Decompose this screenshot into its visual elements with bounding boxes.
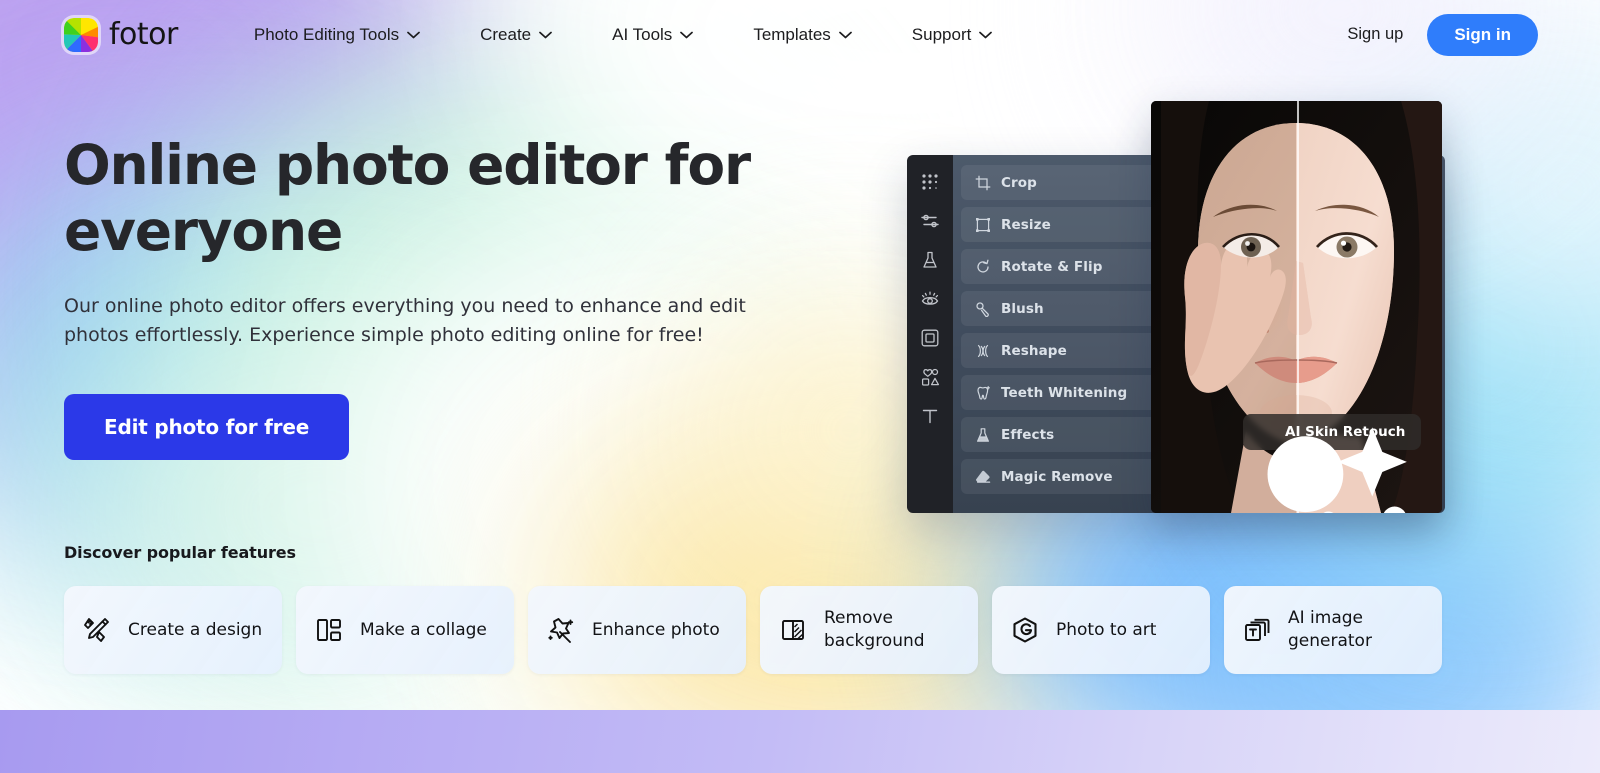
ai-sparkle-retouch-icon (1259, 424, 1407, 513)
feature-card-label: Create a design (128, 619, 263, 640)
feature-card-ai-image-generator[interactable]: AI image generator (1224, 586, 1442, 674)
feature-card-row: Create a design Make a collage Enhance p… (64, 586, 1442, 674)
nav-label: Photo Editing Tools (253, 24, 400, 44)
nav-item-support[interactable]: Support (882, 15, 1023, 55)
eraser-icon (975, 469, 991, 485)
nav-label: AI Tools (612, 24, 673, 44)
chevron-down-icon (979, 31, 993, 39)
tool-label: Rotate & Flip (1001, 258, 1103, 275)
text-tool-icon[interactable] (920, 406, 940, 426)
effects-icon (975, 427, 991, 443)
nav-item-create[interactable]: Create (450, 15, 582, 55)
reshape-icon (975, 343, 991, 359)
nav-item-templates[interactable]: Templates (723, 15, 881, 55)
tool-label: Crop (1001, 174, 1037, 191)
editor-tool-rail (907, 155, 953, 513)
section-title: Discover popular features (64, 543, 296, 562)
bottom-purple-band (0, 710, 1600, 773)
chevron-down-icon (680, 31, 694, 39)
feature-card-make-a-collage[interactable]: Make a collage (296, 586, 514, 674)
popular-features-section: Discover popular features Create a desig… (64, 543, 1442, 674)
tooth-icon (975, 385, 991, 401)
nav-label: Support (911, 24, 972, 44)
site-header: fotor Photo Editing Tools Create AI Tool… (0, 0, 1600, 69)
feature-card-label: Photo to art (1056, 619, 1157, 640)
feature-card-label: Remove background (824, 608, 925, 651)
sign-in-button[interactable]: Sign in (1427, 13, 1538, 56)
background-remove-icon (778, 615, 808, 645)
before-after-portrait-card[interactable]: AI Skin Retouch (1151, 101, 1442, 513)
hero-section: Online photo editor for everyone Our onl… (64, 132, 764, 460)
chevron-down-icon (838, 31, 852, 39)
brand-logo[interactable]: fotor (64, 17, 178, 52)
nav-item-photo-editing-tools[interactable]: Photo Editing Tools (224, 15, 450, 55)
tool-label: Teeth Whitening (1001, 384, 1128, 401)
header-actions: Sign up Sign in (1333, 13, 1538, 56)
collage-grid-icon (314, 615, 344, 645)
rotate-icon (975, 259, 991, 275)
edit-photo-for-free-button[interactable]: Edit photo for free (64, 394, 350, 460)
feature-card-photo-to-art[interactable]: Photo to art (992, 586, 1210, 674)
crop-icon (975, 175, 991, 191)
tool-label: Effects (1001, 426, 1055, 443)
status-badge[interactable]: AI Skin Retouch (1243, 414, 1422, 513)
magic-star-wand-icon (546, 615, 576, 645)
feature-card-label: Make a collage (360, 619, 487, 640)
resize-icon (975, 217, 991, 233)
feature-card-create-a-design[interactable]: Create a design (64, 586, 282, 674)
page-root: fotor Photo Editing Tools Create AI Tool… (0, 0, 1600, 773)
pencil-ruler-icon (82, 615, 112, 645)
feature-card-enhance-photo[interactable]: Enhance photo (528, 586, 746, 674)
text-to-image-icon (1242, 615, 1272, 645)
feature-card-remove-background[interactable]: Remove background (760, 586, 978, 674)
nav-label: Templates (753, 24, 831, 44)
eye-retouch-icon[interactable] (920, 289, 940, 309)
feature-card-label: Enhance photo (592, 619, 720, 640)
main-nav: Photo Editing Tools Create AI Tools Temp… (224, 15, 1022, 55)
tool-label: Resize (1001, 216, 1051, 233)
fotor-colorwheel-logo-icon (64, 17, 98, 52)
chevron-down-icon (407, 31, 420, 39)
frame-border-icon[interactable] (920, 328, 940, 348)
feature-card-label: AI image generator (1288, 608, 1372, 651)
dots-grid-icon[interactable] (920, 172, 940, 192)
nav-label: Create (480, 24, 532, 44)
adjust-sliders-icon[interactable] (920, 211, 940, 231)
blush-brush-icon (975, 301, 991, 317)
page-title: Online photo editor for everyone (64, 133, 751, 263)
tool-label: Magic Remove (1001, 468, 1113, 485)
nav-item-ai-tools[interactable]: AI Tools (582, 15, 723, 55)
chevron-down-icon (539, 31, 552, 39)
hexagon-art-icon (1010, 615, 1040, 645)
tool-label: Blush (1001, 300, 1044, 317)
brand-name: fotor (109, 17, 178, 52)
tool-label: Reshape (1001, 342, 1067, 359)
sign-up-link[interactable]: Sign up (1333, 17, 1417, 52)
flask-beauty-icon[interactable] (920, 250, 940, 270)
shapes-sticker-icon[interactable] (920, 367, 940, 387)
hero-description: Our online photo editor offers everythin… (64, 295, 746, 346)
